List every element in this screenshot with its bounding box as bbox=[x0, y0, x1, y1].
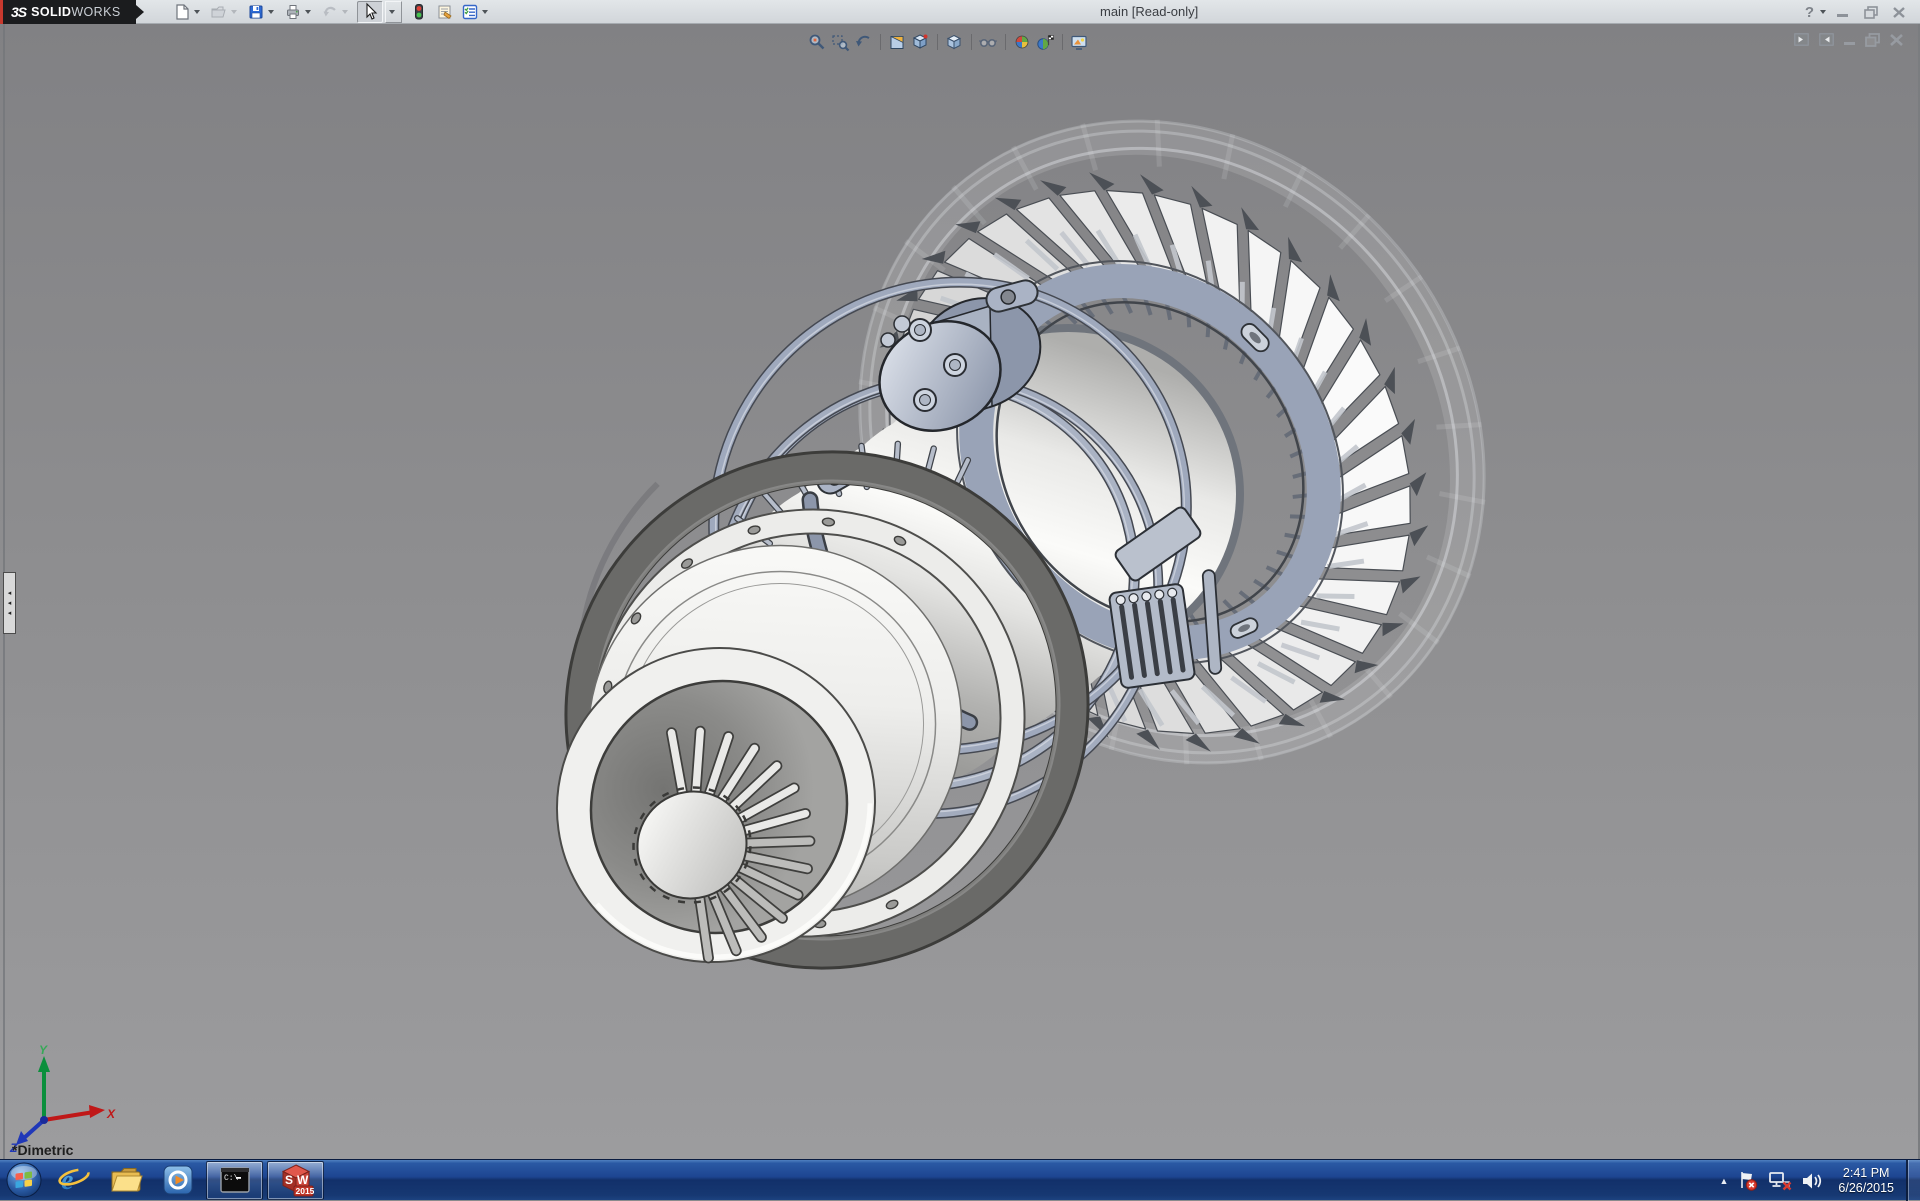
new-document-button[interactable] bbox=[172, 2, 207, 22]
interference-detection-button[interactable] bbox=[409, 2, 429, 22]
open-icon bbox=[210, 3, 228, 21]
design-binder-button[interactable] bbox=[435, 2, 455, 22]
undo-dropdown-caret bbox=[342, 10, 348, 14]
media-player-icon bbox=[162, 1164, 194, 1196]
open-dropdown-caret bbox=[231, 10, 237, 14]
triad-y-label: Y bbox=[39, 1043, 48, 1057]
view-orientation-label: *Dimetric bbox=[12, 1142, 73, 1158]
close-button[interactable] bbox=[1888, 4, 1910, 20]
system-tray: ▲ 2:41 PM 6/26/2015 bbox=[1719, 1160, 1900, 1201]
apply-scene-button[interactable] bbox=[1036, 33, 1055, 52]
feature-pane-icon[interactable] bbox=[1793, 32, 1810, 47]
toolbar-separator bbox=[1062, 34, 1063, 50]
restore-button[interactable] bbox=[1860, 4, 1882, 20]
select-cursor-icon bbox=[360, 2, 380, 22]
traffic-light-icon bbox=[410, 3, 428, 21]
toolbar-separator bbox=[1005, 34, 1006, 50]
menu-expand-arrow-icon[interactable] bbox=[136, 5, 144, 19]
select-dropdown[interactable] bbox=[385, 1, 402, 23]
print-icon bbox=[284, 3, 302, 21]
taskbar: e C:\ bbox=[0, 1159, 1920, 1200]
toolbar-separator bbox=[880, 34, 881, 50]
restore-document-icon[interactable] bbox=[1865, 33, 1881, 47]
toolbar-separator bbox=[937, 34, 938, 50]
minimize-icon bbox=[1836, 6, 1850, 18]
save-dropdown-caret[interactable] bbox=[268, 10, 274, 14]
view-orientation-button[interactable] bbox=[911, 33, 930, 52]
options-dropdown-caret[interactable] bbox=[482, 10, 488, 14]
taskbar-windows-explorer[interactable] bbox=[100, 1160, 152, 1201]
start-button[interactable] bbox=[0, 1160, 48, 1201]
brand-glyph: 3S bbox=[11, 4, 26, 20]
clock-date: 6/26/2015 bbox=[1838, 1181, 1894, 1196]
action-center-icon[interactable] bbox=[1737, 1170, 1759, 1192]
zoom-to-fit-button[interactable] bbox=[808, 33, 827, 52]
reference-triad: Y X Z bbox=[8, 1042, 118, 1152]
options-button[interactable] bbox=[460, 2, 495, 22]
volume-icon[interactable] bbox=[1801, 1170, 1823, 1192]
network-status-icon[interactable] bbox=[1768, 1170, 1792, 1192]
hide-show-items-button[interactable] bbox=[979, 33, 998, 52]
engine-model-canvas[interactable] bbox=[0, 24, 1918, 1159]
restore-icon bbox=[1864, 6, 1879, 19]
undo-icon bbox=[321, 3, 339, 21]
title-bar: 3S SOLID WORKS bbox=[0, 0, 1920, 24]
previous-view-button[interactable] bbox=[854, 33, 873, 52]
show-desktop-button[interactable] bbox=[1906, 1160, 1920, 1201]
edit-appearance-button[interactable] bbox=[1013, 33, 1032, 52]
folder-icon bbox=[109, 1163, 143, 1197]
new-dropdown-caret[interactable] bbox=[194, 10, 200, 14]
zoom-to-area-button[interactable] bbox=[831, 33, 850, 52]
sw-letter-s: S bbox=[285, 1173, 293, 1187]
options-list-icon bbox=[461, 3, 479, 21]
sw-letter-w: W bbox=[297, 1173, 309, 1187]
help-dropdown-caret[interactable] bbox=[1820, 10, 1826, 14]
internet-explorer-icon: e bbox=[57, 1163, 91, 1197]
help-button[interactable]: ? bbox=[1805, 4, 1814, 21]
show-hidden-icons-button[interactable]: ▲ bbox=[1719, 1176, 1728, 1186]
taskbar-clock[interactable]: 2:41 PM 6/26/2015 bbox=[1832, 1166, 1900, 1196]
taskbar-media-player[interactable] bbox=[152, 1160, 204, 1201]
solidworks-2015-icon: S W 2015 bbox=[278, 1163, 314, 1197]
print-dropdown-caret[interactable] bbox=[305, 10, 311, 14]
save-icon bbox=[247, 3, 265, 21]
select-button[interactable] bbox=[357, 1, 383, 23]
display-style-button[interactable] bbox=[945, 33, 964, 52]
view-settings-button[interactable] bbox=[1070, 33, 1089, 52]
taskbar-command-prompt[interactable]: C:\ bbox=[206, 1161, 263, 1200]
headsup-view-toolbar bbox=[806, 30, 1091, 54]
document-title: main [Read-only] bbox=[1100, 4, 1198, 19]
undo-button bbox=[320, 2, 355, 22]
viewport-3d[interactable]: ◂ ◂ ◂ Y X Z *Dimetric bbox=[0, 24, 1920, 1159]
close-document-icon[interactable] bbox=[1889, 33, 1904, 47]
section-view-button[interactable] bbox=[888, 33, 907, 52]
design-binder-icon bbox=[436, 3, 454, 21]
save-button[interactable] bbox=[246, 2, 281, 22]
close-icon bbox=[1892, 6, 1906, 19]
toolbar-separator bbox=[971, 34, 972, 50]
triad-x-label: X bbox=[106, 1107, 116, 1121]
sw-badge: 2015 bbox=[295, 1186, 314, 1196]
clock-time: 2:41 PM bbox=[1838, 1166, 1894, 1181]
start-orb-icon bbox=[5, 1161, 43, 1199]
brand-solid: SOLID bbox=[31, 5, 71, 19]
brand-works: WORKS bbox=[71, 5, 120, 19]
document-window-controls bbox=[1793, 32, 1904, 47]
minimize-document-icon[interactable] bbox=[1843, 33, 1857, 46]
minimize-button[interactable] bbox=[1832, 4, 1854, 20]
command-prompt-icon: C:\ bbox=[219, 1166, 251, 1194]
new-document-icon bbox=[173, 3, 191, 21]
main-toolbar bbox=[172, 0, 497, 24]
solidworks-logo: 3S SOLID WORKS bbox=[3, 0, 136, 24]
print-button[interactable] bbox=[283, 2, 318, 22]
feature-panel-collapse-tab[interactable]: ◂ ◂ ◂ bbox=[3, 572, 16, 634]
display-pane-icon[interactable] bbox=[1818, 32, 1835, 47]
window-controls: ? bbox=[1805, 0, 1910, 24]
taskbar-solidworks-2015[interactable]: S W 2015 bbox=[267, 1161, 324, 1200]
open-button[interactable] bbox=[209, 2, 244, 22]
svg-text:e: e bbox=[61, 1165, 73, 1196]
taskbar-internet-explorer[interactable]: e bbox=[48, 1160, 100, 1201]
